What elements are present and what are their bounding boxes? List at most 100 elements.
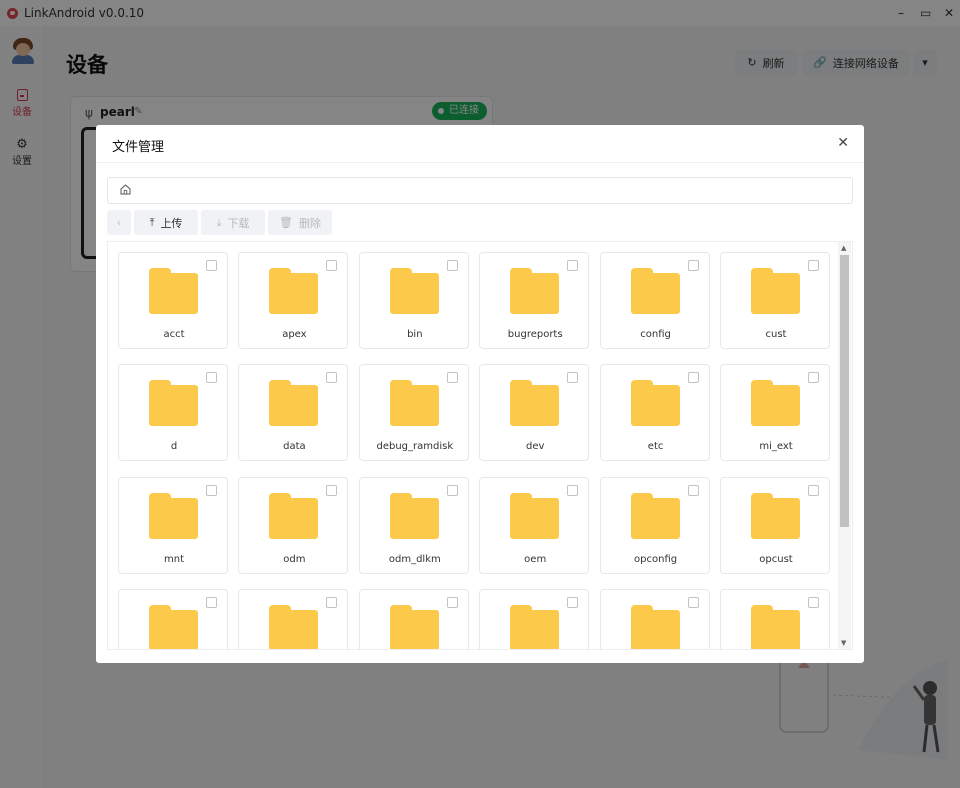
select-checkbox[interactable] <box>206 260 217 271</box>
folder-item[interactable] <box>479 588 590 649</box>
select-checkbox[interactable] <box>808 596 819 608</box>
file-name: etc <box>647 441 664 453</box>
file-name: data <box>283 441 306 453</box>
folder-icon <box>149 268 198 314</box>
file-name: bin <box>407 329 423 340</box>
folder-icon <box>269 492 319 539</box>
folder-icon <box>389 604 439 649</box>
select-checkbox[interactable] <box>206 372 217 384</box>
dialog-title: 文件管理 <box>112 140 165 155</box>
select-checkbox[interactable] <box>326 372 338 384</box>
scroll-down-icon[interactable]: ▼ <box>841 639 846 647</box>
folder-item[interactable]: data <box>238 364 349 462</box>
select-checkbox[interactable] <box>687 596 699 608</box>
file-name: apex <box>282 329 307 340</box>
file-name: opcust <box>759 553 793 565</box>
folder-item[interactable]: mi_ext <box>720 364 830 462</box>
dialog-header: 文件管理 ✕ <box>96 125 864 163</box>
folder-item[interactable]: bugreports <box>479 252 590 349</box>
file-toolbar: ‹ ⤒ 上传 ⤓ 下载 🗑 删除 <box>107 210 332 235</box>
select-checkbox[interactable] <box>446 484 458 496</box>
folder-icon <box>389 492 439 539</box>
folder-item[interactable]: bin <box>358 252 469 349</box>
folder-item[interactable]: acct <box>118 252 228 349</box>
folder-item[interactable]: cust <box>720 252 830 349</box>
folder-item[interactable]: opconfig <box>599 476 710 574</box>
folder-icon <box>510 492 560 539</box>
folder-icon <box>630 604 680 649</box>
folder-item[interactable]: apex <box>238 252 349 349</box>
select-checkbox[interactable] <box>206 484 217 496</box>
file-grid-area: acct apex bin bugreports config cust d data debu… <box>107 241 853 650</box>
scrollbar-thumb[interactable] <box>840 255 849 527</box>
folder-item[interactable]: oem <box>479 476 590 574</box>
folder-item[interactable]: odm_dlkm <box>358 476 469 574</box>
back-button[interactable]: ‹ <box>107 210 131 235</box>
select-checkbox[interactable] <box>206 596 217 608</box>
delete-button[interactable]: 🗑 删除 <box>268 210 332 235</box>
folder-icon <box>630 492 680 539</box>
select-checkbox[interactable] <box>687 260 699 271</box>
select-checkbox[interactable] <box>326 260 338 271</box>
folder-icon <box>751 268 800 314</box>
upload-label: 上传 <box>160 216 183 230</box>
folder-icon <box>751 604 800 649</box>
folder-icon <box>269 604 319 649</box>
folder-icon <box>389 268 439 314</box>
folder-item[interactable]: odm <box>238 476 349 574</box>
folder-item[interactable] <box>358 588 469 649</box>
select-checkbox[interactable] <box>567 372 579 384</box>
folder-icon <box>269 380 319 427</box>
select-checkbox[interactable] <box>808 372 819 384</box>
select-checkbox[interactable] <box>808 260 819 271</box>
file-name: dev <box>525 441 545 453</box>
select-checkbox[interactable] <box>687 484 699 496</box>
folder-item[interactable]: mnt <box>118 476 228 574</box>
breadcrumb <box>107 177 853 204</box>
file-name: bugreports <box>507 329 563 340</box>
folder-icon <box>630 380 680 427</box>
select-checkbox[interactable] <box>446 596 458 608</box>
select-checkbox[interactable] <box>567 596 579 608</box>
folder-icon <box>149 604 198 649</box>
select-checkbox[interactable] <box>687 372 699 384</box>
folder-item[interactable] <box>599 588 710 649</box>
upload-icon: ⤒ <box>149 215 155 229</box>
folder-item[interactable]: opcust <box>720 476 830 574</box>
select-checkbox[interactable] <box>567 260 579 271</box>
folder-item[interactable]: dev <box>479 364 590 462</box>
trash-icon: 🗑 <box>279 216 293 229</box>
home-icon[interactable] <box>120 184 131 195</box>
select-checkbox[interactable] <box>446 372 458 384</box>
scrollbar[interactable]: ▲ ▼ <box>838 242 851 649</box>
file-name: mi_ext <box>759 441 793 453</box>
folder-item[interactable]: d <box>118 364 228 462</box>
file-name: debug_ramdisk <box>376 441 454 453</box>
folder-icon <box>751 492 800 539</box>
chevron-left-icon: ‹ <box>116 216 122 229</box>
file-name: oem <box>524 553 547 565</box>
file-name: odm_dlkm <box>388 553 441 565</box>
folder-item[interactable]: config <box>599 252 710 349</box>
folder-item[interactable]: etc <box>599 364 710 462</box>
select-checkbox[interactable] <box>326 596 338 608</box>
upload-button[interactable]: ⤒ 上传 <box>134 210 198 235</box>
file-manager-dialog: 文件管理 ✕ ‹ ⤒ 上传 ⤓ 下载 🗑 删除 acct apex bin bugre… <box>96 125 864 663</box>
folder-icon <box>149 380 198 427</box>
select-checkbox[interactable] <box>808 484 819 496</box>
download-label: 下载 <box>227 216 250 230</box>
folder-item[interactable] <box>238 588 349 649</box>
folder-item[interactable]: debug_ramdisk <box>358 364 469 462</box>
select-checkbox[interactable] <box>446 260 458 271</box>
file-name: odm <box>283 553 306 565</box>
scroll-up-icon[interactable]: ▲ <box>841 244 846 252</box>
download-button[interactable]: ⤓ 下载 <box>201 210 265 235</box>
folder-item[interactable] <box>118 588 228 649</box>
file-name: acct <box>163 329 185 340</box>
folder-item[interactable] <box>720 588 830 649</box>
folder-icon <box>510 268 560 314</box>
select-checkbox[interactable] <box>326 484 338 496</box>
close-icon[interactable]: ✕ <box>837 135 849 151</box>
select-checkbox[interactable] <box>567 484 579 496</box>
folder-icon <box>630 268 680 314</box>
